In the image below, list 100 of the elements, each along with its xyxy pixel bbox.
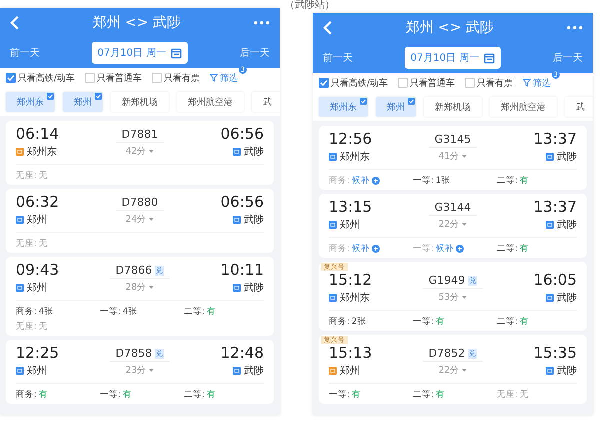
seat-class: 无座:	[16, 238, 37, 250]
dropdown-icon	[149, 286, 154, 289]
check-icon	[320, 79, 328, 87]
station-chip[interactable]: 武	[565, 97, 593, 117]
arrival-station: 武陟	[244, 282, 264, 295]
departure-station: 郑州	[340, 364, 360, 378]
train-number: G3144	[434, 201, 472, 214]
duration: 22分	[438, 364, 460, 377]
departure-station: 郑州东	[27, 146, 57, 159]
train-card[interactable]: 06:14 郑州东 D7881 42分 06:56 武陟 无座: 无	[6, 121, 274, 185]
seat-class: 二等:	[497, 316, 518, 328]
seat-availability: 有	[520, 175, 529, 187]
seat-class: 二等:	[184, 306, 205, 318]
arrival-time: 06:56	[220, 125, 264, 143]
check-corner-icon	[95, 93, 102, 100]
station-badge-icon	[329, 153, 337, 161]
seat-class: 二等:	[497, 243, 518, 255]
station-chip[interactable]: 郑州航空港	[490, 97, 557, 117]
arrival-time: 12:48	[220, 344, 264, 362]
station-badge-icon	[16, 284, 24, 292]
arrival-station: 武陟	[557, 150, 577, 164]
dropdown-icon	[462, 296, 468, 299]
checkbox-label: 只看普通车	[410, 77, 456, 90]
train-card[interactable]: 06:32 郑州 D7880 24分 06:56 武陟 无座: 无	[6, 189, 274, 253]
checkbox[interactable]	[319, 78, 329, 88]
filter-button[interactable]: 筛选	[210, 72, 238, 84]
date-picker[interactable]: 07月10日 周一	[404, 47, 502, 69]
seat-class: 二等:	[184, 389, 205, 401]
station-chip[interactable]: 新郑机场	[111, 92, 169, 112]
departure-time: 12:56	[329, 130, 372, 148]
checkbox[interactable]	[85, 73, 96, 83]
seat-availability: 有	[436, 389, 445, 401]
seat-class: 一等:	[413, 175, 434, 187]
departure-station: 郑州	[27, 282, 47, 295]
back-icon[interactable]	[10, 16, 20, 30]
train-number: D7852	[428, 347, 466, 360]
seat-availability: 无	[520, 389, 529, 401]
arrival-station: 武陟	[557, 364, 577, 378]
train-number: D7880	[122, 196, 158, 209]
station-badge-icon	[546, 367, 554, 375]
seat-class: 一等:	[100, 389, 121, 401]
checkbox[interactable]	[398, 78, 408, 88]
seat-class: 商务:	[329, 243, 350, 255]
seat-availability: 候补	[352, 243, 370, 255]
departure-station: 郑州东	[340, 292, 370, 305]
arrival-time: 13:37	[534, 198, 577, 216]
more-icon[interactable]	[254, 21, 270, 25]
seat-availability: 有	[206, 389, 216, 401]
station-badge-icon	[329, 367, 337, 375]
seat-availability: 4张	[38, 306, 54, 318]
seat-availability: 有	[352, 389, 361, 401]
filter-button[interactable]: 筛选	[523, 76, 552, 90]
seat-class: 商务:	[329, 175, 350, 187]
checkbox[interactable]	[6, 73, 16, 83]
station-chip[interactable]: 新郑机场	[424, 97, 482, 117]
dropdown-icon	[149, 150, 154, 153]
seat-availability: 有	[436, 316, 445, 328]
station-badge-icon	[233, 284, 241, 292]
station-badge-icon	[546, 221, 554, 229]
calendar-icon	[171, 48, 182, 58]
duration: 41分	[438, 150, 460, 163]
checkbox-label: 只看普通车	[97, 72, 142, 84]
station-badge-icon	[233, 367, 241, 375]
plus-icon	[456, 245, 464, 253]
seat-availability: 有	[38, 389, 48, 401]
train-card[interactable]: 13:15 郑州 G3144 22分 13:37 武陟 商务: 候补 一等: 候补 二等: 有	[319, 194, 587, 258]
departure-time: 06:14	[16, 125, 60, 143]
dropdown-icon	[462, 223, 468, 226]
checkbox[interactable]	[465, 78, 476, 88]
back-icon[interactable]	[323, 21, 333, 35]
checkbox[interactable]	[152, 73, 162, 83]
seat-class: 二等:	[413, 389, 434, 401]
station-badge-icon	[16, 148, 24, 156]
station-chip[interactable]: 武	[252, 92, 280, 112]
station-badge-icon	[329, 294, 337, 302]
departure-station: 郑州	[340, 218, 360, 232]
arrival-station: 武陟	[557, 218, 577, 232]
date-picker[interactable]: 07月10日 周一	[92, 42, 188, 64]
station-chip[interactable]: 郑州航空港	[177, 92, 244, 112]
arrival-station: 武陟	[244, 214, 264, 227]
train-number: G3145	[434, 133, 472, 146]
seat-class: 二等:	[497, 175, 518, 187]
seat-class: 商务:	[329, 316, 350, 328]
duration: 28分	[126, 282, 146, 294]
dropdown-icon	[149, 369, 154, 372]
seat-availability: 有	[520, 243, 529, 255]
duration: 24分	[126, 214, 146, 226]
more-icon[interactable]	[567, 26, 583, 30]
checkbox-label: 只看高铁/动车	[18, 72, 76, 84]
check-corner-icon	[408, 98, 415, 105]
arrival-time: 06:56	[220, 193, 264, 211]
dropdown-icon	[462, 369, 468, 372]
train-card[interactable]: 12:56 郑州东 G3145 41分 13:37 武陟 商务: 候补 一等: 1张 二等: 有	[319, 126, 587, 190]
train-number: G1949	[428, 274, 466, 287]
station-badge-icon	[233, 148, 241, 156]
arrival-station: 武陟	[244, 146, 264, 159]
checkbox-label: 只看高铁/动车	[331, 78, 388, 90]
screen-title: 郑州 <> 武陟	[406, 19, 494, 37]
station-badge-icon	[546, 294, 554, 302]
duration: 53分	[438, 292, 460, 304]
